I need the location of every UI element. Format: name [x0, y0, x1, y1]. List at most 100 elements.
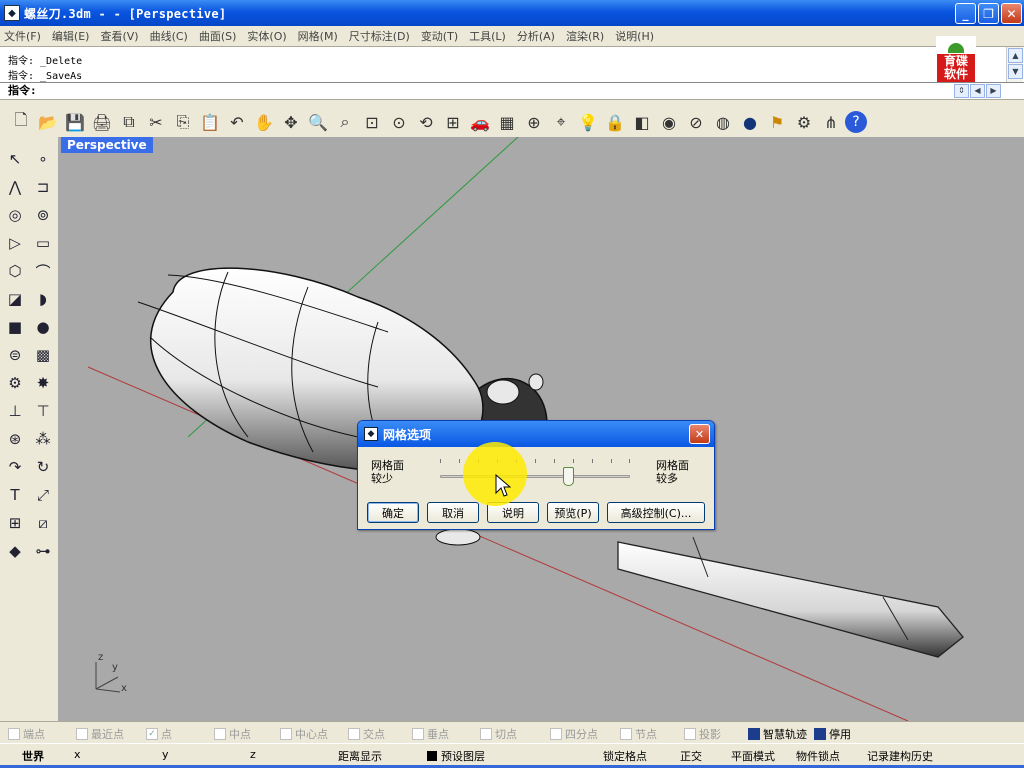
paste-icon[interactable]: 📋	[197, 109, 223, 135]
sphere-icon[interactable]: ●	[31, 315, 55, 339]
grid-snap-toggle[interactable]: 锁定格点	[603, 748, 647, 764]
osnap-item[interactable]: 端点	[8, 726, 45, 742]
light-bulb-icon[interactable]: 💡	[575, 109, 601, 135]
curve-icon[interactable]: ⊐	[31, 175, 55, 199]
advanced-options-button[interactable]: 高级控制(C)...	[607, 502, 705, 523]
ortho-toggle[interactable]: 正交	[680, 748, 702, 764]
select-arrow-icon[interactable]: ↖	[3, 147, 27, 171]
gear-transform-icon[interactable]: ⚙	[3, 371, 27, 395]
menu-solid[interactable]: 实体(O)	[247, 28, 286, 44]
zoom-icon[interactable]: 🔍	[305, 109, 331, 135]
arrow-left-icon[interactable]: ◀	[970, 84, 985, 98]
cut-icon[interactable]: ✂	[143, 109, 169, 135]
options-gear-icon[interactable]: ⚙	[791, 109, 817, 135]
boolean-union-icon[interactable]: ⊛	[3, 427, 27, 451]
point-icon[interactable]: ∘	[31, 147, 55, 171]
copy-icon[interactable]: ⎘	[170, 109, 196, 135]
menu-mesh[interactable]: 网格(M)	[298, 28, 338, 44]
osnap-toggle-icon[interactable]: ⌖	[548, 109, 574, 135]
save-icon[interactable]: 💾	[62, 109, 88, 135]
osnap-checkbox[interactable]	[8, 728, 20, 740]
dialog-title-bar[interactable]: ◆ 网格选项	[358, 421, 714, 447]
shaded-sphere-icon[interactable]: ◍	[710, 109, 736, 135]
osnap-checkbox[interactable]	[620, 728, 632, 740]
osnap-checkbox[interactable]	[550, 728, 562, 740]
mirror-icon[interactable]: ⧄	[31, 511, 55, 535]
command-scrollbar[interactable]: ▲ ▼	[1006, 47, 1023, 82]
close-button[interactable]: ✕	[1001, 3, 1022, 24]
rhino-app-icon[interactable]: ◆	[4, 5, 20, 21]
viewport-title[interactable]: Perspective	[61, 137, 153, 153]
trim-icon[interactable]: ⊥	[3, 399, 27, 423]
rectangle-icon[interactable]: ▭	[31, 231, 55, 255]
menu-render[interactable]: 渲染(R)	[566, 28, 604, 44]
osnap-item[interactable]: 垂点	[412, 726, 449, 742]
preview-button[interactable]: 预览(P)	[547, 502, 599, 523]
dialog-close-button[interactable]: ✕	[689, 424, 710, 444]
cancel-button[interactable]: 取消	[427, 502, 479, 523]
open-folder-icon[interactable]: 📂	[35, 109, 61, 135]
menu-dimension[interactable]: 尺寸标注(D)	[349, 28, 410, 44]
undo-icon[interactable]: ↶	[224, 109, 250, 135]
osnap-item[interactable]: 最近点	[76, 726, 124, 742]
lock-icon[interactable]: 🔒	[602, 109, 628, 135]
osnap-checkbox[interactable]	[348, 728, 360, 740]
record-history-toggle[interactable]: 记录建构历史	[867, 748, 933, 764]
group-icon[interactable]: ⁂	[31, 427, 55, 451]
surface-corner-icon[interactable]: ◪	[3, 287, 27, 311]
zoom-selected-icon[interactable]: ⊙	[386, 109, 412, 135]
circle-icon[interactable]: ◎	[3, 203, 27, 227]
osnap-item[interactable]: 智慧轨迹	[748, 726, 807, 742]
loft-icon[interactable]: ◗	[31, 287, 55, 311]
current-layer[interactable]: 预设图层	[441, 748, 485, 764]
osnap-item[interactable]: 中心点	[280, 726, 328, 742]
osnap-checkbox[interactable]	[684, 728, 696, 740]
menu-edit[interactable]: 编辑(E)	[52, 28, 90, 44]
planar-toggle[interactable]: 平面模式	[731, 748, 775, 764]
scale-icon[interactable]: ⤢	[31, 483, 55, 507]
fillet-curve-icon[interactable]: ⌒	[31, 259, 55, 283]
osnap-item[interactable]: 投影	[684, 726, 721, 742]
osnap-checkbox[interactable]: ✓	[146, 728, 158, 740]
osnap-toggle[interactable]: 物件锁点	[796, 748, 840, 764]
menu-tools[interactable]: 工具(L)	[469, 28, 506, 44]
cplane-world[interactable]: 世界	[22, 748, 44, 764]
color-wheel-icon[interactable]: ◉	[656, 109, 682, 135]
menu-analyze[interactable]: 分析(A)	[517, 28, 555, 44]
menu-transform[interactable]: 变动(T)	[421, 28, 458, 44]
four-viewports-icon[interactable]: ⊞	[440, 109, 466, 135]
osnap-checkbox[interactable]	[76, 728, 88, 740]
wireframe-icon[interactable]: ⊘	[683, 109, 709, 135]
zoom-extents-icon[interactable]: ⊡	[359, 109, 385, 135]
scroll-down-icon[interactable]: ▼	[1008, 64, 1023, 79]
arc-icon[interactable]: ▷	[3, 231, 27, 255]
osnap-item[interactable]: 交点	[348, 726, 385, 742]
command-prompt[interactable]: 指令:	[0, 82, 1024, 99]
menu-curve[interactable]: 曲线(C)	[150, 28, 188, 44]
import-icon[interactable]: ⧉	[116, 109, 142, 135]
polygon-icon[interactable]: ⬡	[3, 259, 27, 283]
array-icon[interactable]: ⊞	[3, 511, 27, 535]
text-icon[interactable]: T	[3, 483, 27, 507]
mesh-icon[interactable]: ▩	[31, 343, 55, 367]
print-icon[interactable]: 🖨	[89, 109, 115, 135]
dimension-icon[interactable]: ⊶	[31, 539, 55, 563]
rotate-icon[interactable]: ↻	[31, 455, 55, 479]
car-icon[interactable]: 🚗	[467, 109, 493, 135]
menu-help[interactable]: 说明(H)	[615, 28, 654, 44]
menu-surface[interactable]: 曲面(S)	[199, 28, 237, 44]
rotate-view-icon[interactable]: ✥	[278, 109, 304, 135]
tree-icon[interactable]: ⋔	[818, 109, 844, 135]
polyline-icon[interactable]: ⋀	[3, 175, 27, 199]
osnap-item[interactable]: ✓ 点	[146, 726, 172, 742]
osnap-item[interactable]: 四分点	[550, 726, 598, 742]
zoom-window-icon[interactable]: ⌕	[332, 109, 358, 135]
menu-view[interactable]: 查看(V)	[100, 28, 138, 44]
osnap-checkbox[interactable]	[814, 728, 826, 740]
osnap-item[interactable]: 切点	[480, 726, 517, 742]
osnap-item[interactable]: 中点	[214, 726, 251, 742]
minimize-button[interactable]: _	[955, 3, 976, 24]
osnap-checkbox[interactable]	[214, 728, 226, 740]
help-icon[interactable]: ?	[845, 111, 867, 133]
layers-icon[interactable]: ◧	[629, 109, 655, 135]
